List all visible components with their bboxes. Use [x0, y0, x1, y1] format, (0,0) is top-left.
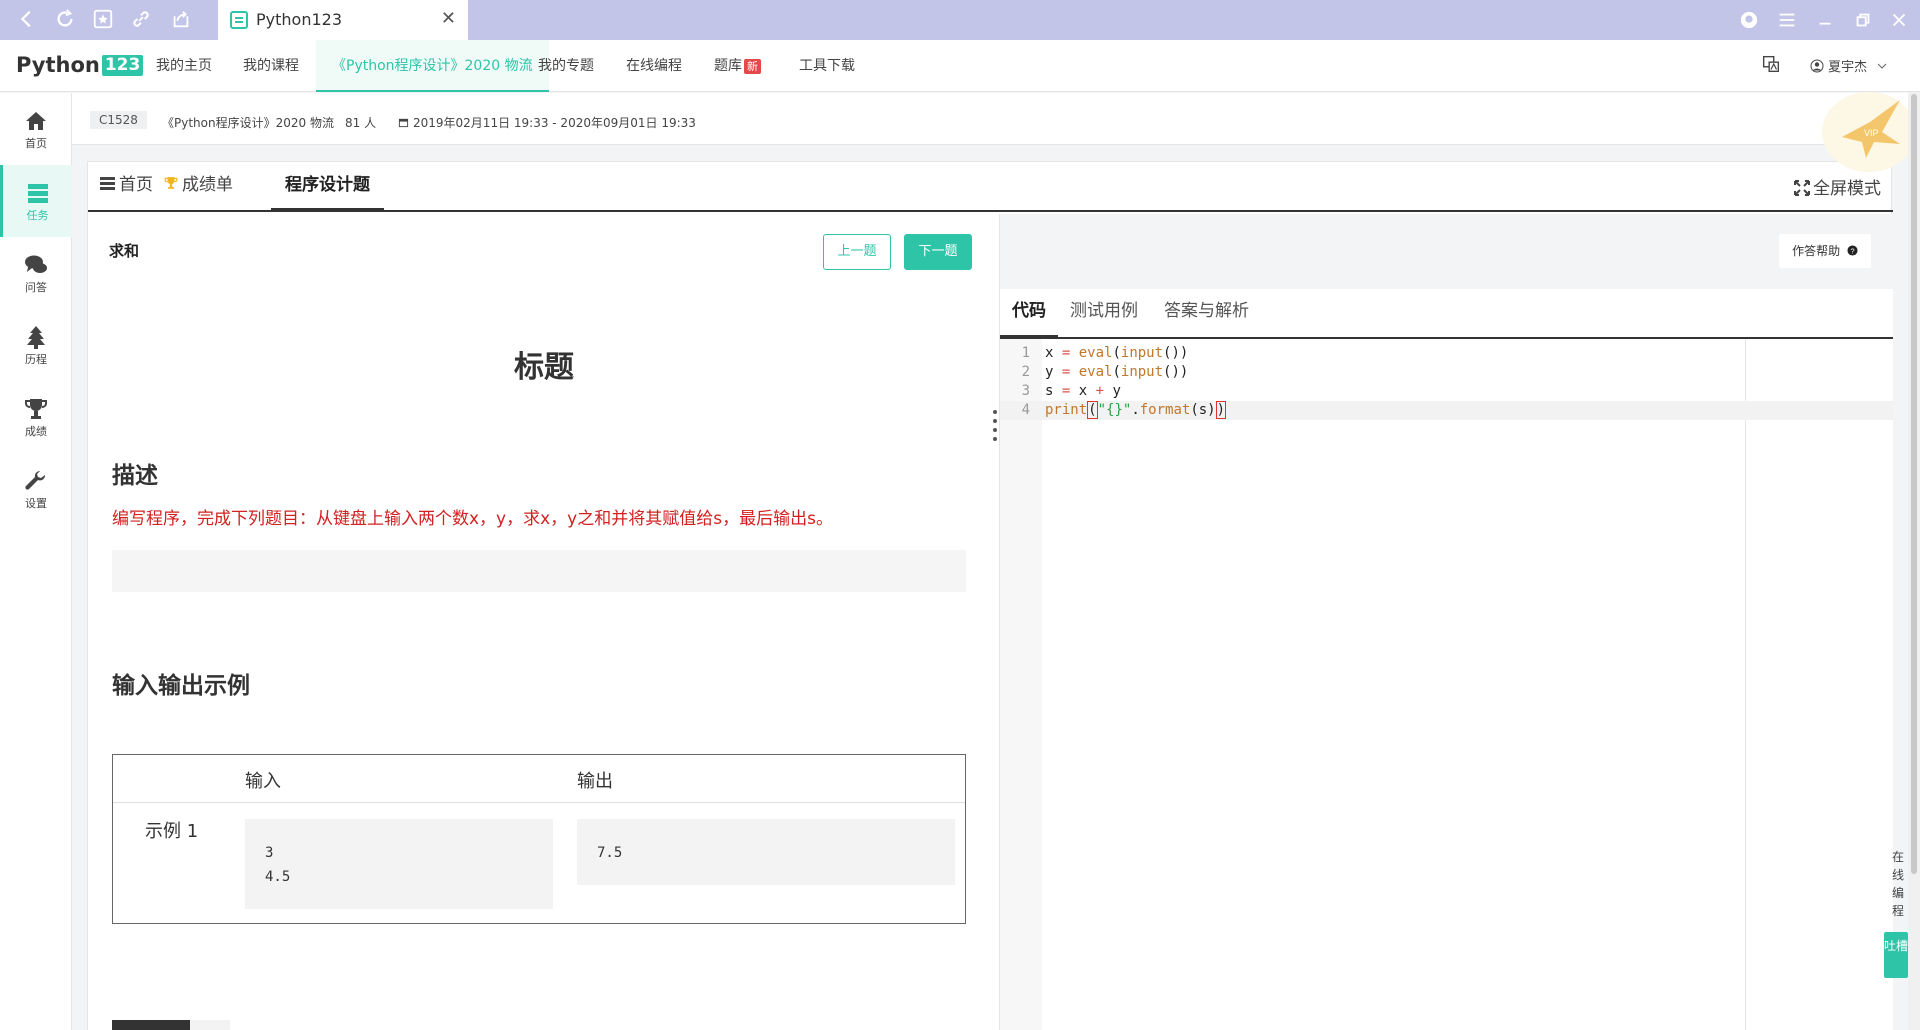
problem-title: 标题 [514, 350, 574, 385]
vip-bird-icon: VIP [1842, 100, 1900, 158]
code-line[interactable]: 1 x = eval(input()) [1000, 344, 1893, 363]
nav-question-bank-label: 题库 [714, 58, 742, 74]
course-name: 《Python程序设计》2020 物流 [162, 116, 334, 130]
site-navbar: Python 123 我的主页 我的课程 《Python程序设计》2020 物流 … [0, 40, 1920, 92]
code-pane-header: 作答帮助 ? [1000, 214, 1893, 289]
browser-tab[interactable]: Python123 ✕ [218, 0, 468, 40]
course-members: 81 人 [345, 116, 377, 130]
io-heading: 输入输出示例 [112, 673, 250, 699]
calendar-icon [398, 118, 409, 128]
expand-icon [1794, 180, 1810, 196]
user-menu[interactable]: 夏宇杰 [1810, 56, 1887, 75]
tab-answer-analysis[interactable]: 答案与解析 [1152, 289, 1261, 339]
nav-my-courses[interactable]: 我的课程 [239, 40, 303, 92]
nav-current-course[interactable]: 《Python程序设计》2020 物流 [316, 40, 549, 92]
pane-resize-handle[interactable] [993, 410, 997, 446]
sidebar-item-qa[interactable]: 问答 [0, 237, 72, 309]
course-period: 2019年02月11日 19:33 - 2020年09月01日 19:33 [398, 114, 696, 131]
nav-question-bank[interactable]: 题库新 [710, 40, 765, 92]
tab-test-cases[interactable]: 测试用例 [1058, 289, 1150, 339]
nav-online-coding[interactable]: 在线编程 [622, 40, 686, 92]
svg-text:?: ? [1850, 246, 1854, 255]
page-tabs: 首页 成绩单 程序设计题 全屏模式 [88, 162, 1893, 212]
tab-code[interactable]: 代码 [1000, 289, 1058, 339]
tasks-icon [27, 184, 48, 203]
comments-icon [25, 255, 47, 273]
close-window-icon[interactable] [1888, 10, 1910, 30]
user-avatar-icon [1810, 59, 1824, 73]
example-input: 3 4.5 [245, 819, 553, 909]
prev-problem-button[interactable]: 上一题 [823, 234, 891, 270]
question-circle-icon: ? [1847, 245, 1858, 256]
user-name: 夏宇杰 [1828, 60, 1868, 75]
io-example-table: 输入 输出 示例 1 3 4.5 7.5 [112, 754, 966, 924]
refresh-icon[interactable] [52, 8, 78, 32]
problem-pane: 求和 上一题 下一题 标题 描述 编写程序，完成下列题目：从键盘上输入两个数x，… [88, 214, 1000, 1030]
code-tabs: 代码 测试用例 答案与解析 [1000, 289, 1893, 339]
answer-help-button[interactable]: 作答帮助 ? [1779, 234, 1871, 268]
problem-name: 求和 [109, 242, 140, 260]
example-output: 7.5 [577, 819, 955, 885]
problem-description: 编写程序，完成下列题目：从键盘上输入两个数x，y，求x，y之和并将其赋值给s，最… [112, 509, 833, 529]
nav-my-topics[interactable]: 我的专题 [534, 40, 598, 92]
tree-icon [27, 326, 45, 349]
profile-icon[interactable] [1738, 10, 1760, 30]
list-icon [100, 177, 115, 190]
online-coding-float[interactable]: 在线编程 [1890, 848, 1906, 920]
bookmark-star-icon[interactable] [90, 8, 116, 32]
code-editor[interactable]: 1 x = eval(input()) 2 y = eval(input()) … [1000, 339, 1893, 1030]
link-icon[interactable] [128, 8, 154, 32]
home-icon [26, 112, 46, 130]
svg-text:VIP: VIP [1864, 128, 1879, 138]
tab-gradebook[interactable]: 成绩单 [150, 162, 247, 212]
tab-programming[interactable]: 程序设计题 [271, 162, 384, 212]
description-heading: 描述 [112, 463, 158, 489]
menu-icon[interactable] [1776, 10, 1798, 30]
main-card: 首页 成绩单 程序设计题 全屏模式 求和 上一题 下一题 标题 描述 编写程序，… [87, 161, 1893, 1030]
sidebar-item-home[interactable]: 首页 [0, 93, 72, 165]
trophy-icon [164, 177, 178, 189]
new-badge: 新 [744, 59, 761, 74]
python123-logo[interactable]: Python 123 [16, 53, 144, 77]
code-line[interactable]: 4 print("{}".format(s)) [1000, 401, 1893, 420]
share-icon[interactable] [168, 8, 194, 32]
course-info-bar: C1528 《Python程序设计》2020 物流 81 人 2019年02月1… [72, 93, 1920, 145]
wrench-icon [25, 470, 46, 490]
vip-badge[interactable]: VIP [1822, 92, 1916, 172]
code-line[interactable]: 2 y = eval(input()) [1000, 363, 1893, 382]
sidebar-item-journey[interactable]: 历程 [0, 309, 72, 381]
io-col-output: 输出 [577, 771, 613, 792]
course-code: C1528 [90, 111, 147, 129]
io-col-input: 输入 [245, 771, 281, 792]
browser-toolbar: Python123 ✕ [0, 0, 1920, 40]
section-badge [112, 1020, 230, 1030]
feedback-button[interactable]: 吐槽 [1884, 932, 1908, 978]
sidebar-item-settings[interactable]: 设置 [0, 453, 72, 525]
code-line[interactable]: 3 s = x + y [1000, 382, 1893, 401]
io-table-header: 输入 输出 [113, 755, 965, 803]
description-box [112, 550, 966, 592]
chevron-down-icon [1877, 63, 1887, 69]
nav-tool-download[interactable]: 工具下载 [795, 40, 859, 92]
left-sidebar: 首页 任务 问答 历程 成绩 设置 [0, 93, 72, 1030]
tab-title: Python123 [256, 10, 342, 29]
tab-close-icon[interactable]: ✕ [441, 8, 456, 29]
sidebar-item-grades[interactable]: 成绩 [0, 381, 72, 453]
translate-icon[interactable] [1758, 53, 1784, 77]
trophy-icon [25, 399, 47, 419]
example-label: 示例 1 [145, 821, 199, 842]
nav-my-home[interactable]: 我的主页 [152, 40, 216, 92]
code-pane: 作答帮助 ? 代码 测试用例 答案与解析 1 x = eval(input())… [1000, 214, 1893, 1030]
line-gutter [1000, 339, 1042, 1030]
minimize-icon[interactable] [1814, 10, 1836, 30]
back-icon[interactable] [14, 8, 40, 32]
restore-icon[interactable] [1852, 10, 1874, 30]
page-scrollbar[interactable] [1908, 92, 1920, 1030]
fullscreen-button[interactable]: 全屏模式 [1794, 174, 1881, 199]
python123-favicon-icon [230, 11, 248, 29]
sidebar-item-tasks[interactable]: 任务 [0, 165, 72, 237]
next-problem-button[interactable]: 下一题 [904, 234, 972, 270]
